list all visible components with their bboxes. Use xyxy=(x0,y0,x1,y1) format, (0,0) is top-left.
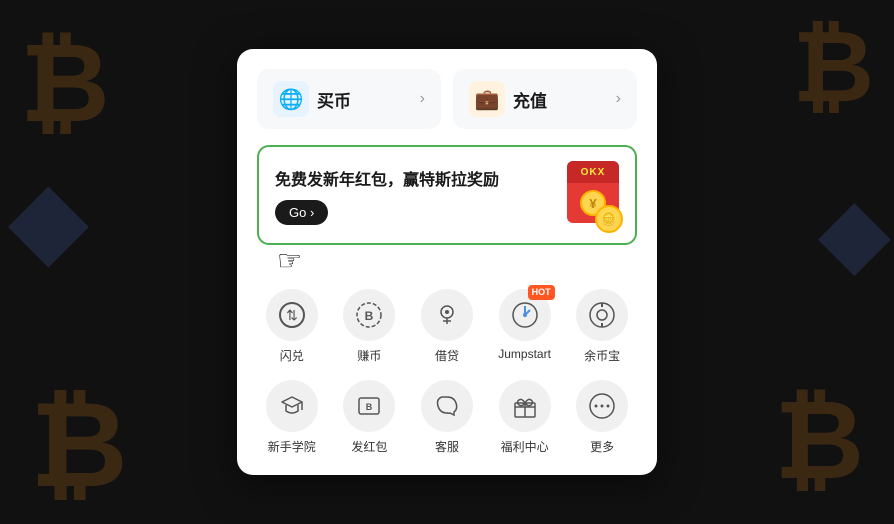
buy-label: 买币 xyxy=(317,87,351,112)
main-popup: 🌐 买币 › 💼 充值 › 免费发新年红包，赢特斯拉奖励 Go › OKX xyxy=(237,49,657,475)
envelope-logo: OKX xyxy=(567,161,619,183)
svg-text:⇅: ⇅ xyxy=(286,307,298,323)
svg-text:¥: ¥ xyxy=(589,196,597,211)
send-envelope-icon: B xyxy=(343,380,395,432)
loan-icon xyxy=(421,289,473,341)
bg-bitcoin-bottomright: ₿ xyxy=(774,377,864,504)
recharge-icon: 💼 xyxy=(469,81,505,117)
coin-treasure-label: 余币宝 xyxy=(584,347,620,364)
grid-item-more[interactable]: 更多 xyxy=(567,380,637,455)
more-label: 更多 xyxy=(590,438,614,455)
buy-coin-card[interactable]: 🌐 买币 › xyxy=(257,69,441,129)
jumpstart-label: Jumpstart xyxy=(498,347,551,361)
feature-grid: ⇅ 闪兑 B 赚币 借贷 HOT Jumpstart 余币宝新手学院 B 发红包 客服 福利中心 更多 xyxy=(257,289,637,455)
bg-bitcoin-topright: ₿ xyxy=(793,10,875,125)
grid-item-academy[interactable]: 新手学院 xyxy=(257,380,327,455)
loan-label: 借贷 xyxy=(435,347,459,364)
coin-treasure-icon xyxy=(576,289,628,341)
recharge-card[interactable]: 💼 充值 › xyxy=(453,69,637,129)
flash-exchange-icon: ⇅ xyxy=(266,289,318,341)
more-icon xyxy=(576,380,628,432)
academy-icon xyxy=(266,380,318,432)
academy-label: 新手学院 xyxy=(268,438,316,455)
flash-exchange-label: 闪兑 xyxy=(280,347,304,364)
buy-chevron: › xyxy=(420,90,425,108)
svg-text:B: B xyxy=(365,309,374,323)
welfare-icon xyxy=(499,380,551,432)
grid-item-flash-exchange[interactable]: ⇅ 闪兑 xyxy=(257,289,327,364)
coin-decoration: 🪙 xyxy=(595,205,623,233)
bg-ethereum-midleft: ◆ xyxy=(10,160,87,277)
bg-ethereum-midright: ◆ xyxy=(820,180,889,285)
jumpstart-icon: HOT xyxy=(499,289,551,341)
buy-icon: 🌐 xyxy=(273,81,309,117)
grid-item-welfare[interactable]: 福利中心 xyxy=(490,380,560,455)
grid-item-service[interactable]: 客服 xyxy=(412,380,482,455)
banner-image: OKX ¥ 🪙 xyxy=(551,161,619,229)
grid-item-jumpstart[interactable]: HOT Jumpstart xyxy=(490,289,560,364)
cursor-spacer xyxy=(257,265,637,289)
send-envelope-label: 发红包 xyxy=(351,438,387,455)
grid-item-send-envelope[interactable]: B 发红包 xyxy=(335,380,405,455)
banner-title: 免费发新年红包，赢特斯拉奖励 xyxy=(275,166,551,190)
recharge-label: 充值 xyxy=(513,87,547,112)
svg-text:B: B xyxy=(366,402,373,412)
bg-bitcoin-bottomleft: ₿ xyxy=(30,376,128,514)
service-label: 客服 xyxy=(435,438,459,455)
grid-item-loan[interactable]: 借贷 xyxy=(412,289,482,364)
grid-item-coin-treasure[interactable]: 余币宝 xyxy=(567,289,637,364)
earn-coin-icon: B xyxy=(343,289,395,341)
recharge-chevron: › xyxy=(616,90,621,108)
go-button[interactable]: Go › xyxy=(275,200,328,225)
service-icon xyxy=(421,380,473,432)
grid-item-earn-coin[interactable]: B 赚币 xyxy=(335,289,405,364)
top-row: 🌐 买币 › 💼 充值 › xyxy=(257,69,637,129)
promotion-banner[interactable]: 免费发新年红包，赢特斯拉奖励 Go › OKX ¥ 🪙 ☞ xyxy=(257,145,637,245)
earn-coin-label: 赚币 xyxy=(357,347,381,364)
hot-badge: HOT xyxy=(528,285,555,300)
bg-bitcoin-topleft: ₿ xyxy=(20,20,110,147)
welfare-label: 福利中心 xyxy=(501,438,549,455)
